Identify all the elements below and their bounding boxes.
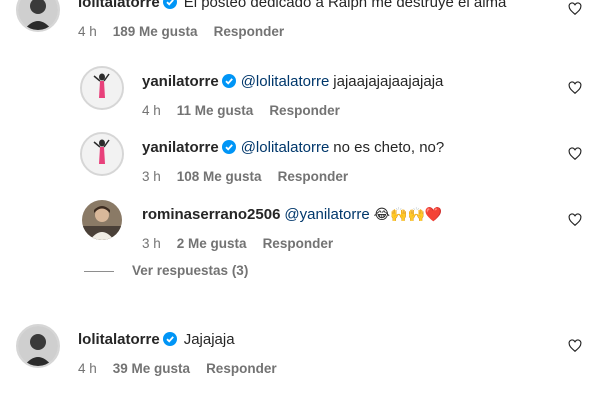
- verified-badge-icon: [221, 74, 236, 88]
- comment-text: jajaajajajaajajaja: [333, 73, 444, 90]
- reply-rominaserrano2506: rominaserrano2506 @yanilatorre 😂🙌🙌❤️ 3 h 2 …: [0, 196, 600, 256]
- view-replies-label: Ver respuestas (3): [132, 263, 249, 278]
- avatar-lolitalatorre[interactable]: [16, 0, 60, 32]
- reply-yanilatorre-2: yanilatorre @lolitalatorre no es cheto, no…: [0, 128, 600, 188]
- comment-likes[interactable]: 11 Me gusta: [177, 103, 254, 118]
- avatar-yanilatorre[interactable]: [80, 66, 124, 110]
- comment-username[interactable]: yanilatorre: [142, 139, 219, 156]
- avatar-rominaserrano2506[interactable]: [82, 200, 122, 240]
- comment-text: Jajajaja: [183, 331, 235, 348]
- comment-time[interactable]: 4 h: [142, 103, 161, 118]
- comment-mention[interactable]: @yanilatorre: [284, 206, 369, 223]
- comment-text: no es cheto, no?: [333, 139, 445, 156]
- comment-time[interactable]: 4 h: [78, 24, 97, 39]
- comment-text: 😂🙌🙌❤️: [373, 207, 443, 223]
- heart-outline-icon[interactable]: [568, 213, 582, 227]
- reply-button[interactable]: Responder: [214, 24, 285, 39]
- comment-time[interactable]: 4 h: [78, 361, 97, 376]
- comment-username[interactable]: lolitalatorre: [78, 331, 160, 348]
- comment-username[interactable]: yanilatorre: [142, 73, 219, 90]
- comment-mention[interactable]: @lolitalatorre: [241, 73, 330, 90]
- verified-badge-icon: [221, 140, 236, 154]
- avatar-lolitalatorre[interactable]: [16, 324, 60, 368]
- view-replies-button[interactable]: Ver respuestas (3): [84, 263, 248, 278]
- reply-button[interactable]: Responder: [263, 236, 334, 251]
- avatar-yanilatorre[interactable]: [80, 132, 124, 176]
- comment-text: El posteo dedicado a Ralph me destruye e…: [183, 0, 507, 11]
- comment-likes[interactable]: 2 Me gusta: [177, 236, 247, 251]
- reply-button[interactable]: Responder: [278, 169, 349, 184]
- heart-outline-icon[interactable]: [568, 2, 582, 16]
- comment-lolitalatorre-1: lolitalatorre El posteo dedicado a Ralph …: [0, 0, 600, 50]
- reply-button[interactable]: Responder: [269, 103, 340, 118]
- comment-likes[interactable]: 189 Me gusta: [113, 24, 198, 39]
- comment-likes[interactable]: 108 Me gusta: [177, 169, 262, 184]
- heart-outline-icon[interactable]: [568, 339, 582, 353]
- comment-username[interactable]: rominaserrano2506: [142, 206, 280, 223]
- comment-username[interactable]: lolitalatorre: [78, 0, 160, 11]
- verified-badge-icon: [162, 0, 177, 9]
- comment-mention[interactable]: @lolitalatorre: [241, 139, 330, 156]
- reply-yanilatorre-1: yanilatorre @lolitalatorre jajaajajajaajaj…: [0, 62, 600, 122]
- comment-likes[interactable]: 39 Me gusta: [113, 361, 190, 376]
- comment-time[interactable]: 3 h: [142, 169, 161, 184]
- comment-lolitalatorre-2: lolitalatorre Jajajaja 4 h 39 Me gusta Resp…: [0, 318, 600, 388]
- heart-outline-icon[interactable]: [568, 147, 582, 161]
- verified-badge-icon: [162, 332, 177, 346]
- heart-outline-icon[interactable]: [568, 81, 582, 95]
- reply-button[interactable]: Responder: [206, 361, 277, 376]
- divider-line: [84, 270, 114, 272]
- comment-time[interactable]: 3 h: [142, 236, 161, 251]
